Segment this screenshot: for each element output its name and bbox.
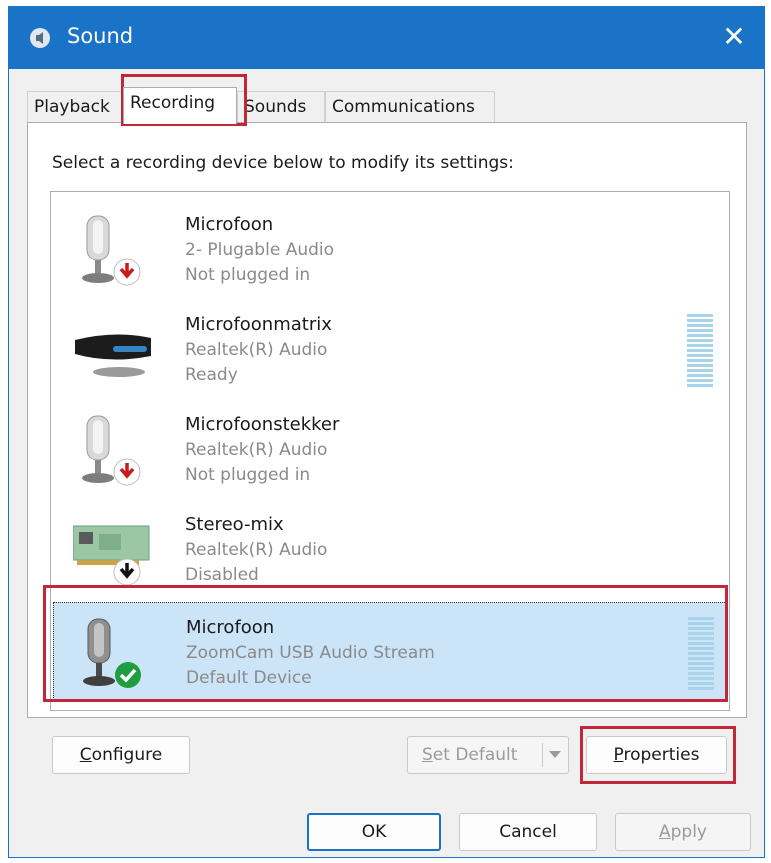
configure-label: onfigure: [91, 745, 163, 765]
sound-card-icon: [73, 525, 150, 586]
device-name: Stereo-mix: [185, 514, 284, 535]
device-name: Microfoonmatrix: [185, 314, 332, 335]
instruction-text: Select a recording device below to modif…: [52, 153, 514, 173]
device-driver: Realtek(R) Audio: [185, 340, 328, 360]
title-bar: Sound ✕: [9, 7, 764, 69]
properties-mnemonic: P: [613, 745, 624, 765]
ok-button[interactable]: OK: [307, 813, 441, 851]
device-driver: 2- Plugable Audio: [185, 240, 335, 260]
speaker-icon: [30, 28, 50, 48]
properties-label: roperties: [623, 745, 700, 765]
device-item-microfoon-plugable[interactable]: Microfoon 2- Plugable Audio Not plugged …: [53, 200, 727, 300]
configure-mnemonic: C: [79, 745, 92, 765]
microphone-icon: [83, 618, 141, 688]
level-meter: [687, 314, 713, 390]
device-list[interactable]: Microfoon 2- Plugable Audio Not plugged …: [50, 191, 730, 711]
device-name: Microfoon: [186, 617, 275, 638]
cancel-button[interactable]: Cancel: [459, 813, 597, 851]
device-driver: Realtek(R) Audio: [185, 440, 328, 460]
device-driver: Realtek(R) Audio: [185, 540, 328, 560]
microphone-array-icon: [75, 334, 151, 377]
apply-mnemonic: A: [658, 822, 671, 842]
recording-panel: Select a recording device below to modif…: [27, 122, 747, 718]
properties-button[interactable]: Properties: [586, 736, 727, 774]
chevron-down-icon: [549, 751, 561, 758]
tab-playback[interactable]: Playback: [27, 91, 123, 123]
microphone-icon: [82, 415, 141, 486]
device-status: Disabled: [185, 565, 259, 585]
device-item-microfoonstekker[interactable]: Microfoonstekker Realtek(R) Audio Not pl…: [53, 400, 727, 500]
level-meter: [688, 617, 714, 693]
microphone-icon: [82, 215, 141, 286]
set-default-mnemonic: S: [422, 745, 433, 765]
window-title: Sound: [67, 24, 134, 48]
split-divider: [542, 743, 543, 767]
configure-button[interactable]: Configure: [52, 736, 190, 774]
tab-recording[interactable]: Recording: [123, 87, 237, 124]
set-default-label: et Default: [432, 745, 518, 765]
device-item-stereo-mix[interactable]: Stereo-mix Realtek(R) Audio Disabled: [53, 500, 727, 600]
set-default-button[interactable]: Set Default: [407, 736, 569, 774]
tab-communications[interactable]: Communications: [325, 91, 495, 123]
close-button[interactable]: ✕: [704, 7, 764, 69]
device-name: Microfoonstekker: [185, 414, 340, 435]
device-status: Default Device: [186, 668, 312, 688]
device-status: Ready: [185, 365, 238, 385]
tab-sounds[interactable]: Sounds: [237, 91, 325, 123]
sound-dialog: Sound ✕ Playback Recording Sounds Commun…: [8, 6, 765, 858]
apply-button[interactable]: Apply: [615, 813, 751, 851]
device-driver: ZoomCam USB Audio Stream: [186, 643, 435, 663]
apply-label: pply: [670, 822, 707, 842]
device-item-microfoon-zoomcam[interactable]: Microfoon ZoomCam USB Audio Stream Defau…: [53, 602, 727, 702]
device-status: Not plugged in: [185, 465, 311, 485]
device-name: Microfoon: [185, 214, 274, 235]
device-status: Not plugged in: [185, 265, 311, 285]
device-item-microfoonmatrix[interactable]: Microfoonmatrix Realtek(R) Audio Ready: [53, 300, 727, 400]
